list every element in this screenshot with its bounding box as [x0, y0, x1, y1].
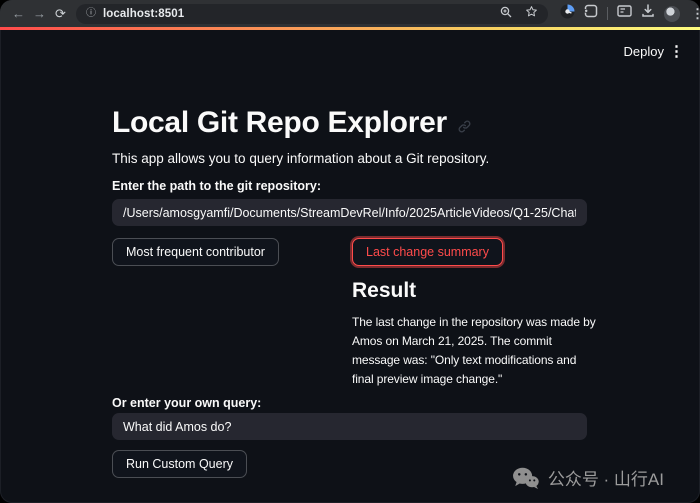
custom-query-label: Or enter your own query:: [112, 396, 261, 410]
most-frequent-contributor-button[interactable]: Most frequent contributor: [112, 238, 279, 266]
custom-query-input[interactable]: [112, 413, 587, 440]
repo-path-input[interactable]: [112, 199, 587, 226]
toolbar-separator: [607, 7, 608, 20]
download-icon[interactable]: [641, 4, 655, 23]
address-bar[interactable]: ⓘ localhost:8501: [76, 4, 548, 24]
deploy-button[interactable]: Deploy: [624, 44, 664, 59]
run-custom-query-button[interactable]: Run Custom Query: [112, 450, 247, 478]
anchor-link-icon[interactable]: [457, 108, 472, 142]
speedometer-extension-icon[interactable]: [560, 4, 575, 24]
side-panel-icon[interactable]: [617, 5, 632, 23]
browser-window: ← → ⟳ ⓘ localhost:8501: [0, 0, 700, 503]
refresh-icon[interactable]: ⟳: [50, 3, 71, 24]
last-change-summary-button[interactable]: Last change summary: [352, 238, 503, 266]
profile-avatar[interactable]: [664, 6, 680, 22]
back-icon[interactable]: ←: [8, 3, 29, 24]
bookmark-star-icon[interactable]: [525, 5, 538, 23]
toolbar-extension-area: ⋮: [560, 4, 700, 24]
page-title: Local Git Repo Explorer: [112, 104, 472, 142]
url-text[interactable]: localhost:8501: [103, 8, 184, 20]
result-heading: Result: [352, 279, 416, 303]
result-text: The last change in the repository was ma…: [352, 313, 597, 389]
watermark: 公众号 · 山行AI: [512, 465, 664, 490]
site-info-icon[interactable]: ⓘ: [86, 9, 96, 19]
extensions-icon[interactable]: [584, 4, 598, 23]
wechat-icon: [512, 467, 539, 489]
app-menu-icon[interactable]: ⋮: [669, 42, 685, 60]
streamlit-app: Deploy ⋮ Local Git Repo Explorer This ap…: [0, 30, 700, 503]
repo-path-label: Enter the path to the git repository:: [112, 179, 321, 193]
app-description: This app allows you to query information…: [112, 151, 489, 166]
zoom-icon[interactable]: [500, 5, 512, 23]
watermark-text: 公众号 · 山行AI: [548, 465, 664, 490]
forward-icon[interactable]: →: [29, 3, 50, 24]
browser-menu-icon[interactable]: ⋮: [689, 7, 700, 20]
browser-toolbar: ← → ⟳ ⓘ localhost:8501: [0, 0, 700, 27]
page-title-text: Local Git Repo Explorer: [112, 106, 447, 140]
